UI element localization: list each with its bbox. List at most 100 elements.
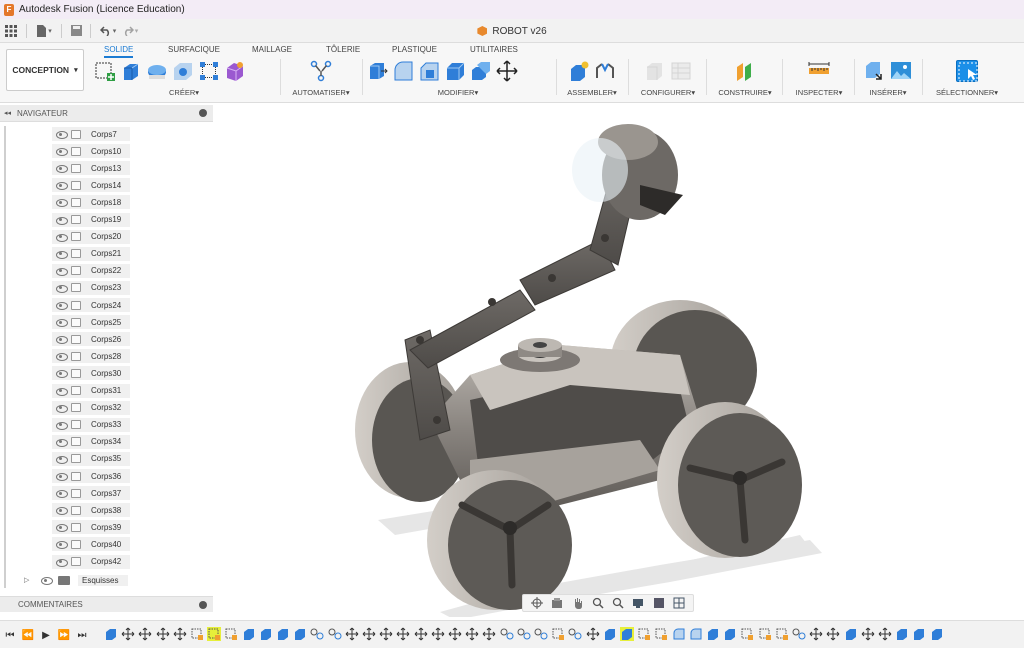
tree-item-sketches[interactable]: ▷ Esquisses [24,573,129,587]
visibility-eye-icon[interactable] [55,198,68,208]
create-form-icon[interactable] [224,60,246,82]
grid-settings-icon[interactable] [653,597,665,609]
tree-item-body[interactable]: Corps38 [52,503,130,518]
tab-tolerie[interactable]: TÔLERIE [326,45,360,54]
timeline-extrude-icon[interactable] [276,627,290,641]
tree-item-body[interactable]: Corps10 [52,144,130,159]
visibility-eye-icon[interactable] [55,147,68,157]
visibility-eye-icon[interactable] [55,540,68,550]
navigator-header[interactable]: ◂◂ NAVIGATEUR [0,105,213,122]
display-settings-icon[interactable] [632,597,644,609]
timeline-move-icon[interactable] [586,627,600,641]
group-label-modifier[interactable]: MODIFIER▾ [366,88,550,97]
timeline-move-icon[interactable] [448,627,462,641]
visibility-eye-icon[interactable] [55,335,68,345]
combine-icon[interactable] [470,60,492,82]
tab-utilitaires[interactable]: UTILITAIRES [470,45,518,54]
visibility-eye-icon[interactable] [55,472,68,481]
tree-item-body[interactable]: Corps39 [52,520,130,535]
tree-item-body[interactable]: Corps26 [52,332,130,347]
timeline-move-icon[interactable] [465,627,479,641]
timeline-sketch-icon[interactable] [207,627,222,641]
tree-item-body[interactable]: Corps31 [52,383,130,398]
timeline-extrude-icon[interactable] [912,627,926,641]
tree-item-body[interactable]: Corps34 [52,434,130,449]
timeline-joint-icon[interactable] [534,627,548,641]
add-comment-icon[interactable] [199,600,207,609]
timeline-sketch-icon[interactable] [654,627,668,641]
visibility-eye-icon[interactable] [55,523,68,533]
chamfer-icon[interactable] [418,60,440,82]
fit-zoom-icon[interactable] [612,597,624,609]
timeline-joint-icon[interactable] [500,627,514,641]
visibility-eye-icon[interactable] [55,284,68,293]
timeline-sketch-icon[interactable] [224,627,238,641]
tree-item-body[interactable]: Corps24 [52,298,130,312]
group-label-construire[interactable]: CONSTRUIRE▾ [710,88,780,97]
timeline-extrude-icon[interactable] [844,627,858,641]
timeline-extrude-icon[interactable] [723,627,737,641]
tab-maillage[interactable]: MAILLAGE [252,45,292,54]
offset-plane-icon[interactable] [734,60,756,82]
tree-item-body[interactable]: Corps22 [52,263,130,278]
timeline-joint-icon[interactable] [517,627,531,641]
visibility-eye-icon[interactable] [55,181,68,191]
timeline-sketch-icon[interactable] [551,627,565,641]
step-forward-icon[interactable]: ⏩ [58,629,70,641]
tree-item-body[interactable]: Corps23 [52,280,130,295]
visibility-eye-icon[interactable] [55,352,68,362]
select-icon[interactable] [956,60,978,82]
visibility-eye-icon[interactable] [55,318,68,328]
group-label-inspecter[interactable]: INSPECTER▾ [786,88,852,97]
robot-model[interactable] [213,105,1024,617]
document-tab[interactable]: ROBOT v26 [0,19,1024,43]
navigator-scrollbar[interactable] [4,126,6,588]
redo-icon[interactable]: ▾ [119,22,141,40]
group-label-inserer[interactable]: INSÉRER▾ [858,88,918,97]
timeline-joint-icon[interactable] [310,627,324,641]
tree-item-body[interactable]: Corps37 [52,486,130,501]
tree-item-body[interactable]: Corps14 [52,178,130,193]
tree-item-body[interactable]: Corps30 [52,366,130,381]
visibility-eye-icon[interactable] [55,421,68,430]
tree-item-body[interactable]: Corps35 [52,451,130,466]
timeline-move-icon[interactable] [861,627,875,641]
timeline-extrude-icon[interactable] [242,627,256,641]
timeline-move-icon[interactable] [379,627,393,641]
tree-item-body[interactable]: Corps40 [52,537,130,552]
step-back-icon[interactable]: ⏪ [22,629,34,641]
pattern-icon[interactable] [198,60,220,82]
configuration-table-icon[interactable] [670,60,692,82]
timeline-extrude-icon[interactable] [293,627,307,641]
visibility-eye-icon[interactable] [55,267,68,276]
visibility-eye-icon[interactable] [55,130,68,139]
timeline-joint-icon[interactable] [792,627,806,641]
visibility-eye-icon[interactable] [55,216,68,225]
insert-image-icon[interactable] [890,60,912,82]
timeline-extrude-icon[interactable] [259,627,273,641]
shell-icon[interactable] [444,60,466,82]
timeline-fillet-icon[interactable] [689,627,703,641]
group-label-automatiser[interactable]: AUTOMATISER▾ [284,88,358,97]
pan-icon[interactable] [572,597,584,609]
tree-item-body[interactable]: Corps32 [52,400,130,415]
collapse-panel-icon[interactable]: ◂◂ [4,109,11,117]
timeline-extrude-icon[interactable] [895,627,909,641]
visibility-eye-icon[interactable] [55,250,68,259]
tab-surfacique[interactable]: SURFACIQUE [168,45,220,54]
tree-item-body[interactable]: Corps21 [52,246,130,261]
tree-item-body[interactable]: Corps19 [52,212,130,227]
extrude-icon[interactable] [120,60,142,82]
timeline-move-icon[interactable] [362,627,376,641]
timeline-sketch-icon[interactable] [758,627,772,641]
timeline-extrude-icon[interactable] [706,627,720,641]
tab-plastique[interactable]: PLASTIQUE [392,45,437,54]
tree-item-body[interactable]: Corps20 [52,229,130,244]
timeline-joint-icon[interactable] [568,627,582,641]
timeline-move-icon[interactable] [396,627,410,641]
timeline-extrude-icon[interactable] [603,627,617,641]
timeline-fillet-icon[interactable] [672,627,686,641]
tree-item-body[interactable]: Corps13 [52,161,130,176]
tree-item-body[interactable]: Corps25 [52,315,130,330]
timeline-sketch-icon[interactable] [190,627,204,641]
